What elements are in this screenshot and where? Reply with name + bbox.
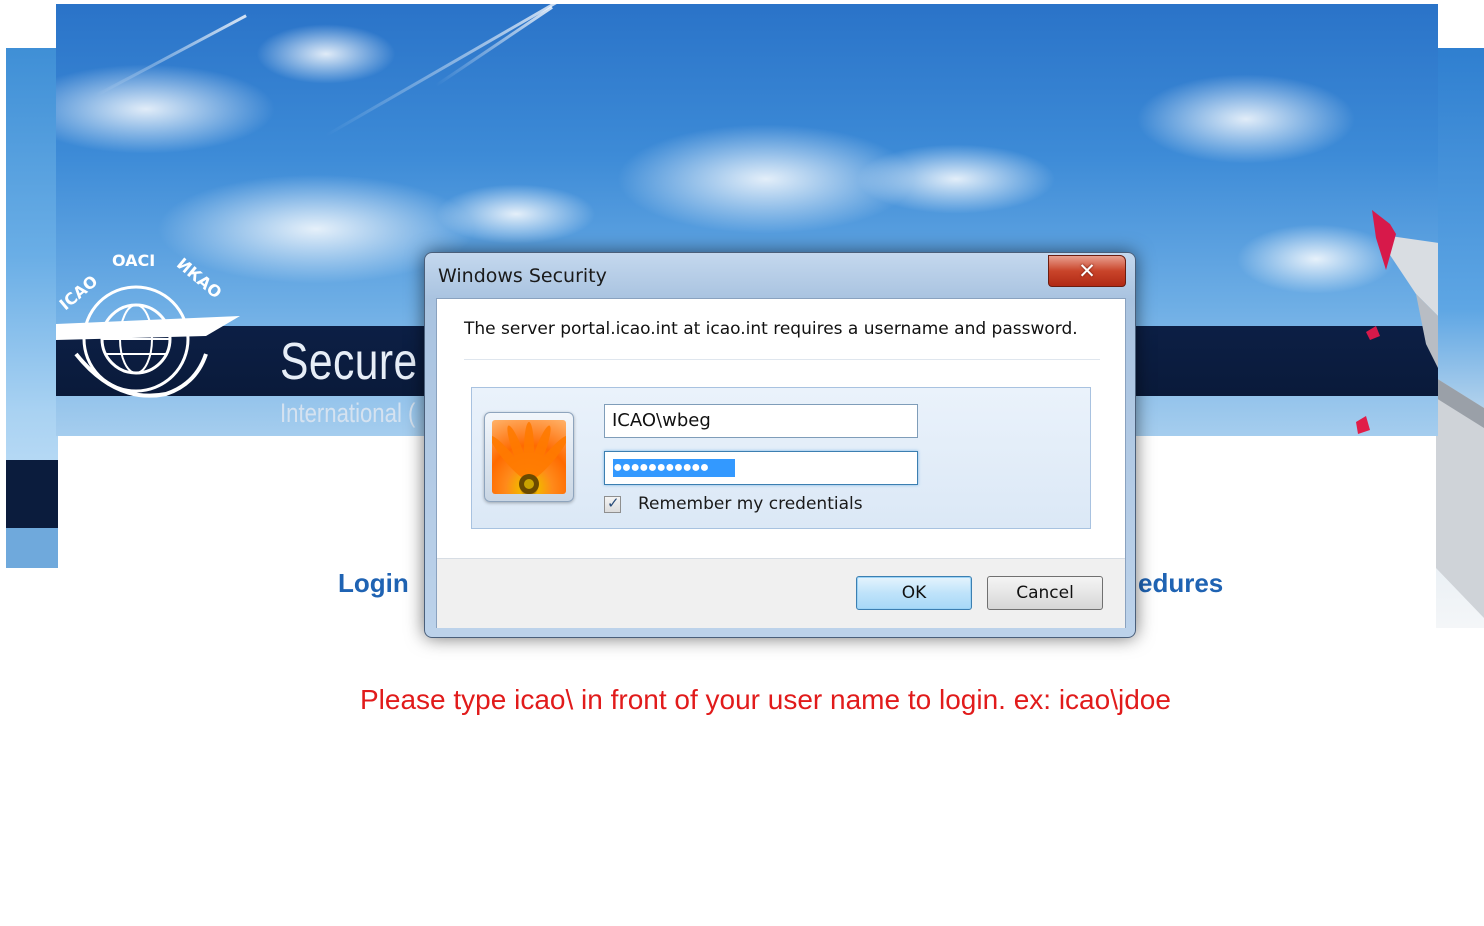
dialog-title: Windows Security bbox=[438, 265, 607, 287]
user-avatar bbox=[484, 412, 574, 502]
hero-subtitle: International ( bbox=[280, 398, 416, 428]
username-input[interactable]: ICAO\wbeg bbox=[604, 404, 918, 438]
cancel-button[interactable]: Cancel bbox=[987, 576, 1103, 610]
background-band bbox=[6, 460, 58, 530]
airplane-wing-fragment bbox=[1436, 378, 1484, 618]
nav-login-link[interactable]: Login bbox=[338, 568, 409, 599]
checkmark-icon: ✓ bbox=[607, 495, 620, 512]
windows-security-dialog: Windows Security ✕ The server portal.ica… bbox=[424, 252, 1136, 638]
divider bbox=[464, 359, 1100, 360]
close-button[interactable]: ✕ bbox=[1048, 255, 1126, 287]
flower-icon bbox=[492, 420, 566, 494]
login-notice: Please type icao\ in front of your user … bbox=[360, 684, 1171, 715]
airplane-wing bbox=[1356, 210, 1438, 434]
icao-logo: ICAO OACI ИКАО bbox=[56, 251, 240, 398]
close-icon: ✕ bbox=[1078, 259, 1096, 283]
svg-text:ИКАО: ИКАО bbox=[173, 254, 225, 302]
hero-title: Secure bbox=[280, 333, 418, 391]
background-panel-right bbox=[1436, 48, 1484, 628]
ok-button[interactable]: OK bbox=[856, 576, 972, 610]
dialog-body: The server portal.icao.int at icao.int r… bbox=[436, 298, 1126, 628]
remember-checkbox[interactable]: ✓ bbox=[604, 495, 621, 513]
background-edge bbox=[6, 528, 58, 568]
dialog-footer: OK Cancel bbox=[437, 558, 1125, 628]
password-input[interactable]: ●●●●●●●●●●● bbox=[604, 451, 918, 485]
background-panel-left bbox=[6, 48, 58, 568]
svg-text:OACI: OACI bbox=[112, 251, 155, 270]
credential-tile: ICAO\wbeg ●●●●●●●●●●● ✓ Remember my cred… bbox=[471, 387, 1091, 529]
password-mask: ●●●●●●●●●●● bbox=[613, 459, 735, 477]
dialog-message: The server portal.icao.int at icao.int r… bbox=[464, 319, 1078, 339]
remember-label[interactable]: Remember my credentials bbox=[638, 494, 863, 514]
nav-procedures-link[interactable]: edures bbox=[1138, 568, 1223, 599]
